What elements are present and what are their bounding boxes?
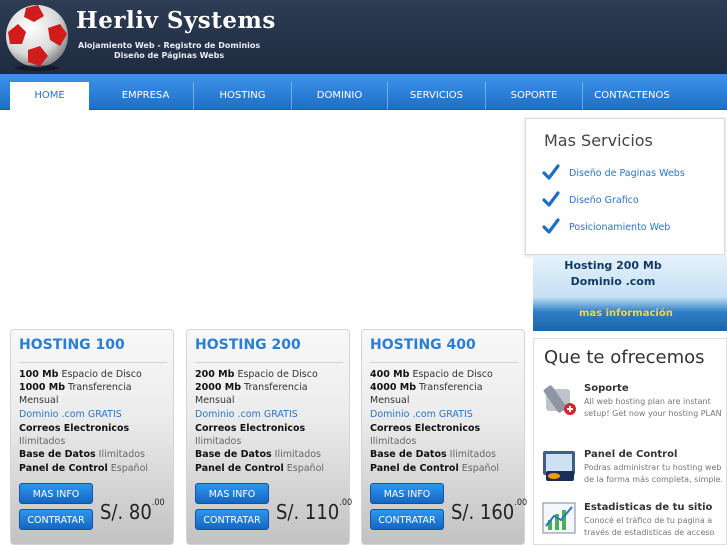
plan-title: HOSTING 400 [370, 337, 476, 353]
divider [370, 362, 518, 363]
divider [19, 362, 167, 363]
plan-title: HOSTING 200 [195, 337, 301, 353]
service-link-label[interactable]: Diseño Grafico [569, 195, 639, 206]
site-header: Herliv Systems Alojamiento Web - Registr… [0, 0, 727, 78]
support-tools-icon [543, 385, 576, 415]
plan-email: Correos Electronicos Ilimitados [195, 423, 306, 447]
ofrecemos-panel: Que te ofrecemos Soporte All web hosting… [533, 338, 727, 545]
tab-dominio[interactable]: DOMINIO [292, 82, 388, 110]
service-link-label[interactable]: Diseño de Paginas Webs [569, 168, 685, 179]
banner-line1: Hosting 200 Mb [564, 259, 662, 272]
ofrecemos-title: Que te ofrecemos [544, 347, 705, 368]
divider [195, 362, 343, 363]
mas-info-button[interactable]: MAS INFO [370, 483, 444, 504]
plan-db: Base de Datos Ilimitados [195, 449, 321, 460]
plan-panel: Panel de Control Español [195, 463, 325, 474]
contratar-button[interactable]: CONTRATAR [195, 509, 269, 530]
offer-text: All web hosting plan are instant setup! … [584, 397, 722, 418]
plan-db: Base de Datos Ilimitados [19, 449, 145, 460]
offer-text: Conocé el tráfico de tu pagina a través … [584, 516, 715, 537]
plan-price: S/. 160.00 [451, 498, 528, 524]
mas-servicios-panel: Mas Servicios Diseño de Paginas Webs Dis… [525, 118, 725, 255]
tab-hosting[interactable]: HOSTING [194, 82, 292, 110]
checkmark-icon [542, 164, 560, 180]
plan-disk: 100 Mb Espacio de Disco [19, 369, 142, 380]
main-nav: HOME EMPRESA HOSTING DOMINIO SERVICIOS S… [0, 74, 727, 110]
plan-card-hosting-200: HOSTING 200 200 Mb Espacio de Disco 2000… [186, 329, 353, 545]
offer-title: Estadisticas de tu sitio [584, 502, 713, 513]
offer-title: Soporte [584, 383, 629, 394]
plan-card-hosting-100: HOSTING 100 100 Mb Espacio de Disco 1000… [10, 329, 174, 545]
plan-transfer: 4000 Mb Transferencia Mensual [370, 382, 483, 406]
plan-card-hosting-400: HOSTING 400 400 Mb Espacio de Disco 4000… [361, 329, 528, 545]
tagline-line2: Diseño de Páginas Webs [114, 51, 225, 60]
tab-empresa[interactable]: EMPRESA [98, 82, 194, 110]
plan-price: S/. 80.00 [100, 498, 165, 524]
contratar-button[interactable]: CONTRATAR [370, 509, 444, 530]
brand-name[interactable]: Herliv Systems [76, 7, 276, 34]
plan-title: HOSTING 100 [19, 337, 125, 353]
plan-transfer: 1000 Mb Transferencia Mensual [19, 382, 132, 406]
banner-line2: Dominio .com [570, 275, 656, 288]
plan-domain: Dominio .com GRATIS [370, 409, 473, 420]
cpanel-icon [543, 451, 575, 481]
plan-email: Correos Electronicos Ilimitados [19, 423, 130, 447]
plan-price: S/. 110.00 [276, 498, 353, 524]
plan-panel: Panel de Control Español [370, 463, 500, 474]
statistics-chart-icon [542, 502, 576, 534]
tab-home[interactable]: HOME [10, 82, 89, 110]
mas-info-button[interactable]: MAS INFO [195, 483, 269, 504]
checkmark-icon [542, 191, 560, 207]
mas-servicios-title: Mas Servicios [544, 131, 653, 150]
tab-contactenos[interactable]: CONTACTENOS [583, 82, 681, 110]
tab-soporte[interactable]: SOPORTE [486, 82, 583, 110]
plan-disk: 400 Mb Espacio de Disco [370, 369, 493, 380]
plan-email: Correos Electronicos Ilimitados [370, 423, 481, 447]
contratar-button[interactable]: CONTRATAR [19, 509, 93, 530]
logo-ball-icon[interactable] [4, 2, 70, 72]
plan-domain: Dominio .com GRATIS [195, 409, 298, 420]
mas-info-button[interactable]: MAS INFO [19, 483, 93, 504]
promo-banner[interactable]: Hosting 200 Mb Dominio .com mas informac… [533, 255, 727, 331]
offer-text: Podras administrar tu hosting web de la … [584, 463, 724, 484]
plan-panel: Panel de Control Español [19, 463, 149, 474]
plan-disk: 200 Mb Espacio de Disco [195, 369, 318, 380]
checkmark-icon [542, 218, 560, 234]
plan-transfer: 2000 Mb Transferencia Mensual [195, 382, 308, 406]
tab-servicios[interactable]: SERVICIOS [388, 82, 486, 110]
tagline-line1: Alojamiento Web - Registro de Dominios [78, 41, 261, 50]
plan-domain: Dominio .com GRATIS [19, 409, 122, 420]
plan-db: Base de Datos Ilimitados [370, 449, 496, 460]
service-link-label[interactable]: Posicionamiento Web [569, 222, 670, 233]
banner-more-link[interactable]: mas información [579, 308, 673, 319]
offer-title: Panel de Control [584, 449, 678, 460]
